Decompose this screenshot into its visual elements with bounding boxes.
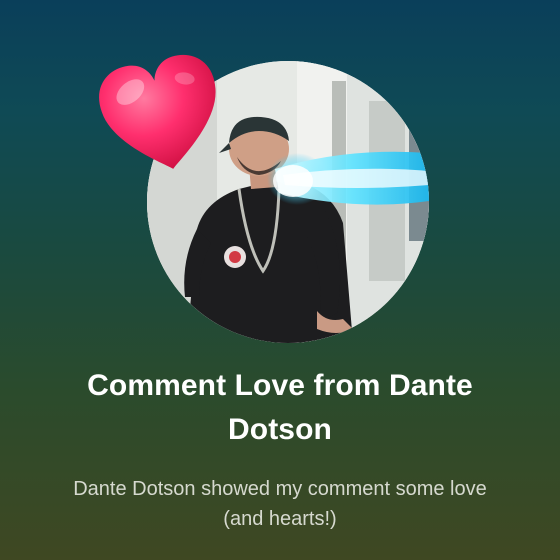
card-description: Dante Dotson showed my comment some love… <box>73 478 487 530</box>
comment-love-card: Comment Love from Dante Dotson Dante Dot… <box>0 0 560 560</box>
card-title: Comment Love from Dante Dotson <box>87 369 473 446</box>
heart-icon <box>99 54 216 169</box>
